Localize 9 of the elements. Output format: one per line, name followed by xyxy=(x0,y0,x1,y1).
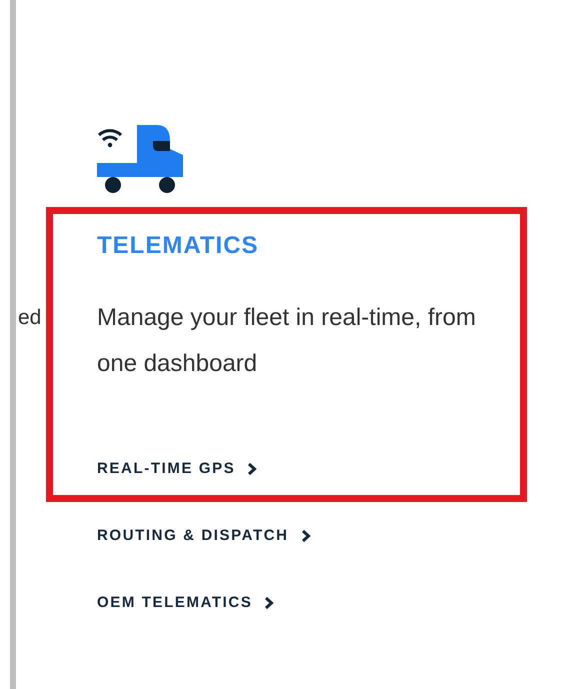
card-title: TELEMATICS xyxy=(97,231,260,261)
chevron-icon xyxy=(264,596,274,610)
cut-text: ed xyxy=(18,305,42,331)
link[interactable]: REAL-TIME GPS xyxy=(97,458,258,480)
link[interactable]: ROUTING & DISPATCH xyxy=(97,525,311,547)
chevron-icon xyxy=(300,529,311,543)
chevron-icon xyxy=(247,462,258,476)
link[interactable]: OEM TELEMATICS xyxy=(97,592,274,614)
card-description: Manage your fleet in real-time, from one dashboard xyxy=(97,303,477,379)
